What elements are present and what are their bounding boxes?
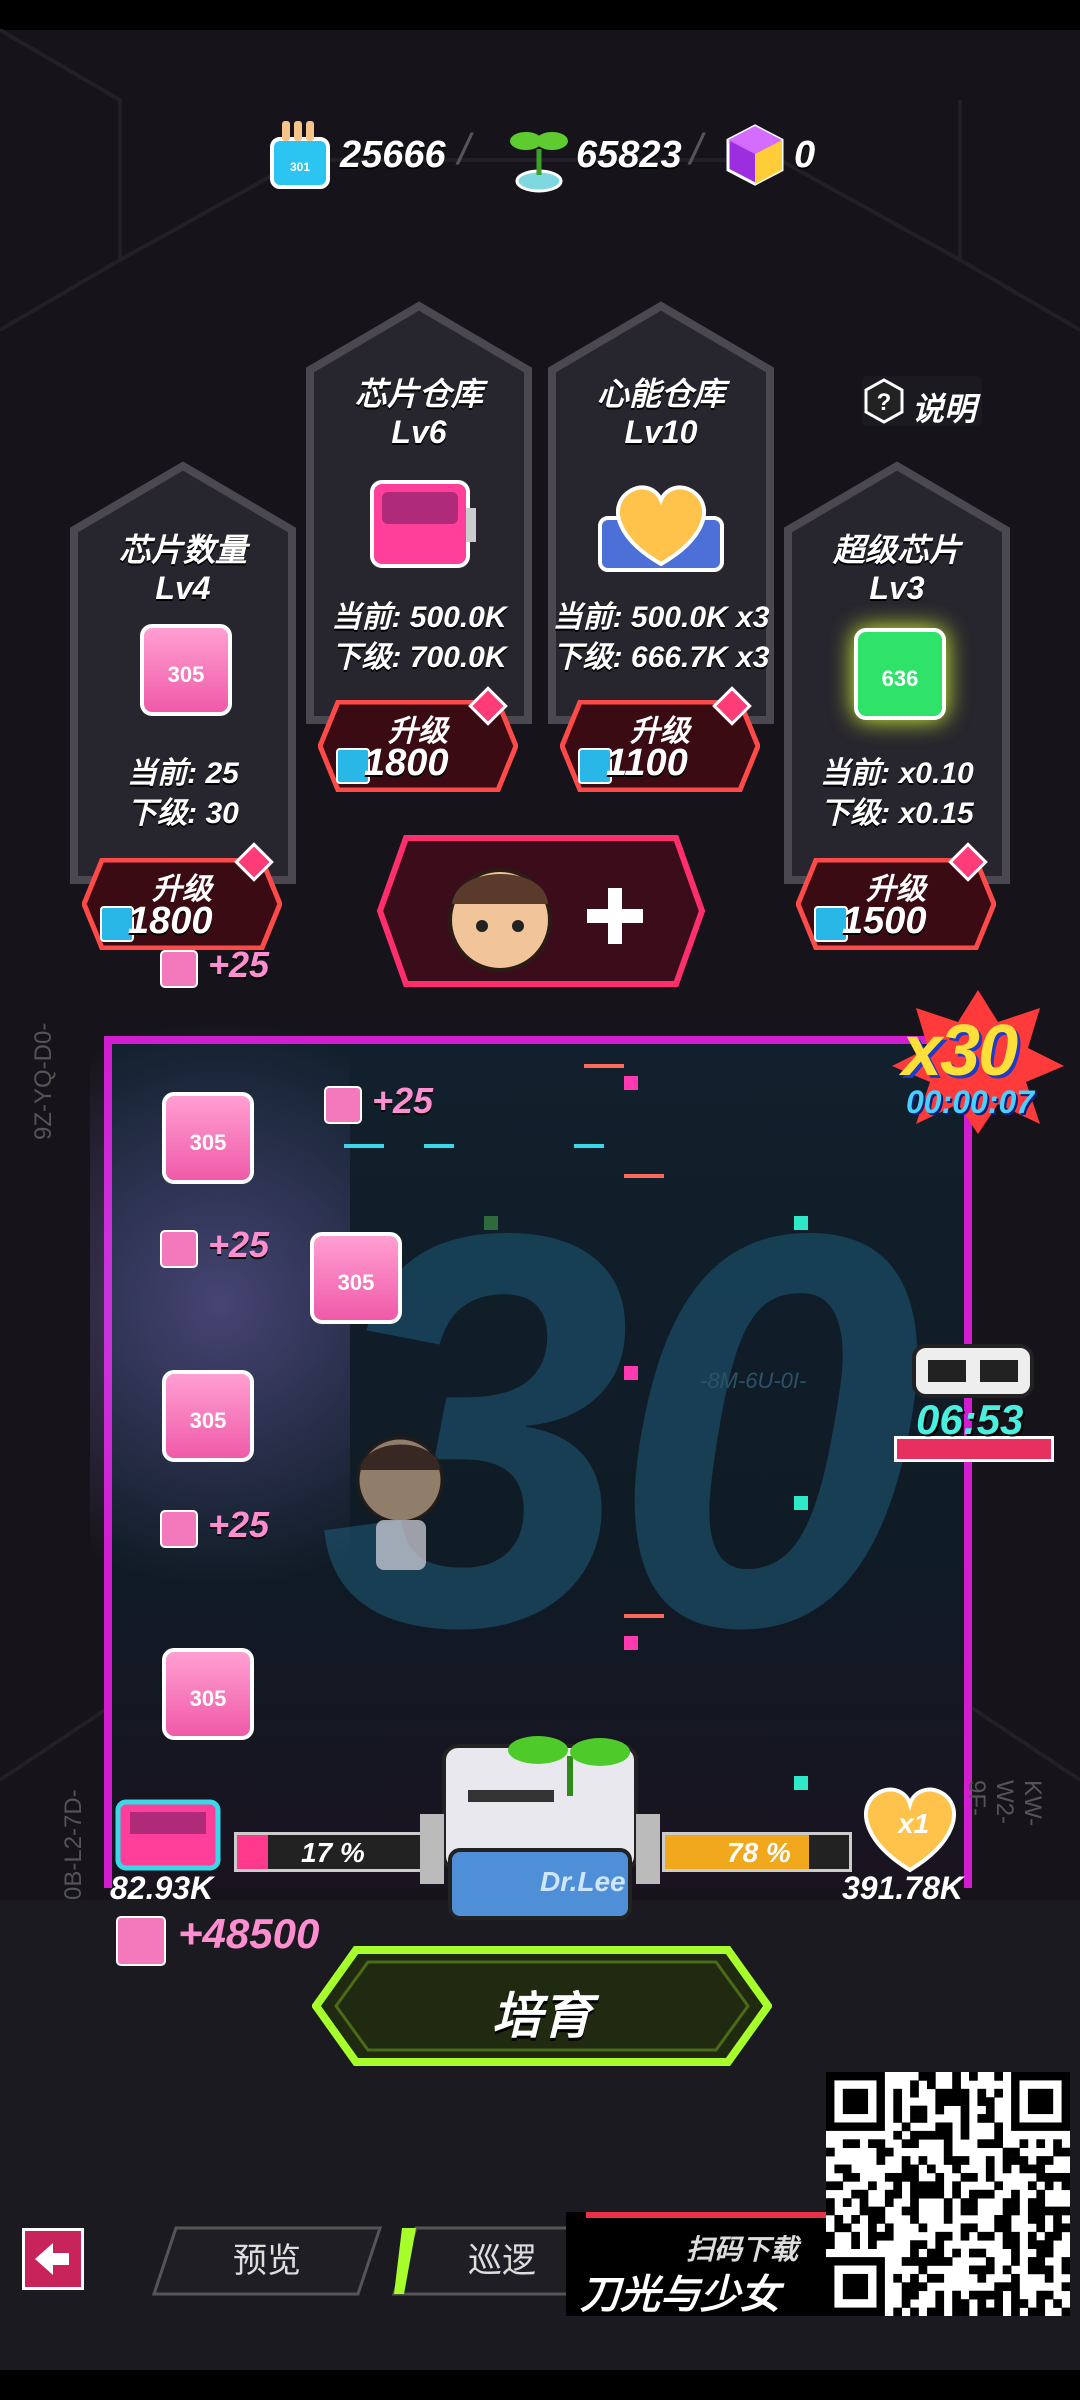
heart-tank-icon	[598, 485, 724, 572]
mini-chip-icon	[160, 1510, 198, 1548]
heart-progress-label: 78 %	[727, 1837, 791, 1868]
purple-cube-icon	[726, 124, 784, 186]
pink-chip-icon: 305	[162, 1092, 254, 1184]
promo-title: 刀光与少女	[580, 2273, 780, 2317]
stage-code-center: -8M-6U-0I-	[700, 1368, 807, 1393]
tower-next: 下级: x0.15	[820, 797, 974, 830]
resource-chips: 301 25666	[268, 120, 446, 190]
pink-chip-icon: 305	[162, 1370, 254, 1462]
upgrade-cost: 1800	[128, 900, 213, 942]
tower-super-chip: 超级芯片 Lv3 636 当前: x0.10 下级: x0.15	[780, 460, 1014, 890]
upgrade-cost: 1500	[842, 900, 927, 942]
sprouts-count: 65823	[576, 133, 682, 176]
heart-multiplier: x1	[898, 1808, 930, 1839]
pink-chip-icon: 305	[310, 1232, 402, 1324]
chip-storage-mini	[114, 1798, 222, 1872]
chip-blue-icon: 301	[270, 121, 330, 189]
tower-chip-storage: 芯片仓库 Lv6 当前: 500.0K 下级: 700.0K	[302, 300, 536, 730]
sprout-icon	[510, 132, 568, 193]
stage-code-left-2: 0B-L2-7D-	[60, 1789, 87, 1900]
gain-label: +25	[208, 1224, 270, 1265]
cultivate-label: 培育	[492, 1988, 592, 2044]
tower-level: Lv10	[624, 414, 698, 450]
tower-title: 芯片仓库	[354, 376, 483, 412]
chips-count: 25666	[340, 133, 446, 176]
mini-chip-icon	[324, 1086, 362, 1124]
chip-amount: 82.93K	[110, 1870, 214, 1906]
mini-chip-icon	[160, 950, 198, 988]
pink-chip-icon: 305	[162, 1648, 254, 1740]
tower-level: Lv4	[155, 570, 211, 606]
tower-level: Lv6	[391, 414, 447, 450]
tab-preview-label: 预览	[233, 2242, 301, 2280]
svg-text:?: ?	[877, 389, 892, 416]
pink-chip-icon: 305	[140, 624, 232, 716]
upgrade-cost: 1100	[606, 742, 688, 784]
green-chip-icon: 636	[854, 628, 946, 720]
tab-patrol[interactable]: 巡逻	[392, 2226, 592, 2296]
patrol-timer: 06:53	[894, 1336, 1054, 1466]
question-icon: ?	[864, 378, 904, 424]
dr-lee-machine[interactable]: Dr.Lee	[420, 1710, 660, 1920]
multiplier-value: x30	[902, 1011, 1018, 1091]
tower-current: 当前: 500.0K	[331, 601, 507, 634]
multiplier-timer: 00:00:07	[906, 1084, 1035, 1120]
gain-label: +25	[208, 1504, 270, 1545]
back-button[interactable]	[22, 2228, 84, 2290]
tower-next: 下级: 700.0K	[331, 641, 507, 674]
help-label: 说明	[912, 391, 977, 427]
tower-heart-storage: 心能仓库 Lv10 当前: 500.0K x3 下级: 666.7K x3	[544, 300, 778, 730]
gain-total: +48500	[178, 1910, 320, 1957]
gain-label: +25	[208, 944, 270, 985]
tab-preview[interactable]: 预览	[152, 2226, 382, 2296]
side-timer-value: 06:53	[916, 1396, 1024, 1443]
machine-label: Dr.Lee	[540, 1866, 626, 1897]
svg-text:301: 301	[290, 160, 310, 174]
tower-title: 超级芯片	[832, 532, 961, 568]
gain-label: +25	[372, 1080, 434, 1121]
tower-next: 下级: 666.7K x3	[552, 641, 770, 674]
tower-level: Lv3	[869, 570, 925, 606]
cultivate-button[interactable]: 培育	[312, 1946, 772, 2066]
tower-current: 当前: x0.10	[820, 757, 974, 790]
promo-banner: 扫码下载 刀光与少女	[566, 2212, 826, 2317]
tower-title: 心能仓库	[596, 376, 725, 412]
tower-current: 当前: 25	[127, 757, 239, 790]
tower-current: 当前: 500.0K x3	[552, 601, 770, 634]
upgrade-cost: 1800	[364, 742, 449, 784]
storage-box-icon	[370, 480, 476, 568]
mini-chip-icon	[116, 1916, 166, 1966]
heart-amount: 391.78K	[842, 1870, 963, 1906]
chip-progress-bar: 17 %	[234, 1832, 424, 1872]
separator: /	[690, 125, 703, 174]
sprout-icon	[508, 1736, 630, 1796]
tower-title: 芯片数量	[118, 532, 247, 568]
resource-cubes: 0	[722, 120, 815, 190]
tower-next: 下级: 30	[127, 797, 239, 830]
help-button[interactable]: ? 说明	[862, 376, 982, 427]
tower-chip-count: 芯片数量 Lv4 305 当前: 25 下级: 30	[66, 460, 300, 890]
stage-code-right: KW-W2-9F-	[963, 1780, 1046, 1827]
chip-progress-label: 17 %	[301, 1837, 365, 1868]
separator: /	[458, 125, 471, 174]
plus-icon	[586, 888, 644, 944]
heart-progress-bar: 78 %	[662, 1832, 852, 1872]
stage-code-left: 9Z-YQ-D0-	[30, 1022, 57, 1140]
character-avatar-icon	[450, 854, 550, 974]
mini-chip-icon	[160, 1230, 198, 1268]
tab-patrol-label: 巡逻	[468, 2242, 536, 2280]
back-arrow-icon	[35, 2243, 69, 2275]
resource-sprouts: 65823	[508, 120, 682, 193]
qr-code	[826, 2072, 1071, 2317]
cubes-count: 0	[794, 133, 816, 176]
running-character-icon	[356, 1436, 444, 1570]
add-character-button[interactable]	[376, 834, 706, 988]
